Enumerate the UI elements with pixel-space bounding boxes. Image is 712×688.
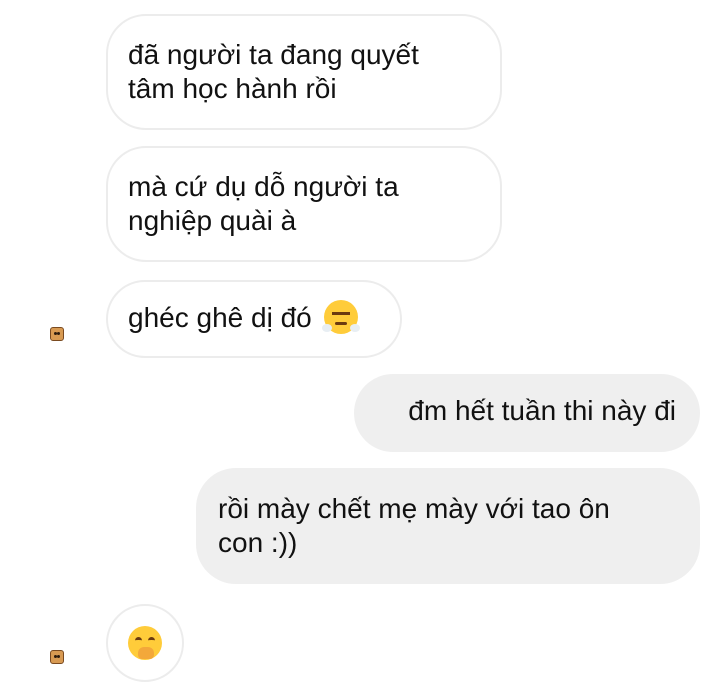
sender-avatar[interactable] <box>50 650 64 664</box>
message-text-line: mà cứ dụ dỗ người ta <box>128 171 399 202</box>
outgoing-message-bubble[interactable]: rồi mày chết mẹ mày với tao ôn con :)) <box>196 468 700 584</box>
message-text-line: con :)) <box>218 527 298 558</box>
message-text: ghéc ghê dị đó <box>128 302 312 333</box>
message-text-line: đã người ta đang quyết <box>128 39 419 70</box>
face-with-steam-from-nose-icon <box>321 300 360 334</box>
sender-avatar[interactable] <box>50 327 64 341</box>
incoming-message-bubble[interactable]: ghéc ghê dị đó <box>106 280 402 358</box>
message-text-line: nghiệp quài à <box>128 205 297 236</box>
message-text-line: tâm học hành rồi <box>128 73 337 104</box>
message-text-line: rồi mày chết mẹ mày với tao ôn <box>218 493 610 524</box>
incoming-message-bubble[interactable]: đã người ta đang quyết tâm học hành rồi <box>106 14 502 130</box>
message-text: đm hết tuần thi này đi <box>408 395 676 426</box>
outgoing-message-bubble[interactable]: đm hết tuần thi này đi <box>354 374 700 452</box>
incoming-message-bubble[interactable]: mà cứ dụ dỗ người ta nghiệp quài à <box>106 146 502 262</box>
incoming-emoji-bubble[interactable] <box>106 604 184 682</box>
face-with-hand-over-mouth-icon <box>128 626 162 660</box>
